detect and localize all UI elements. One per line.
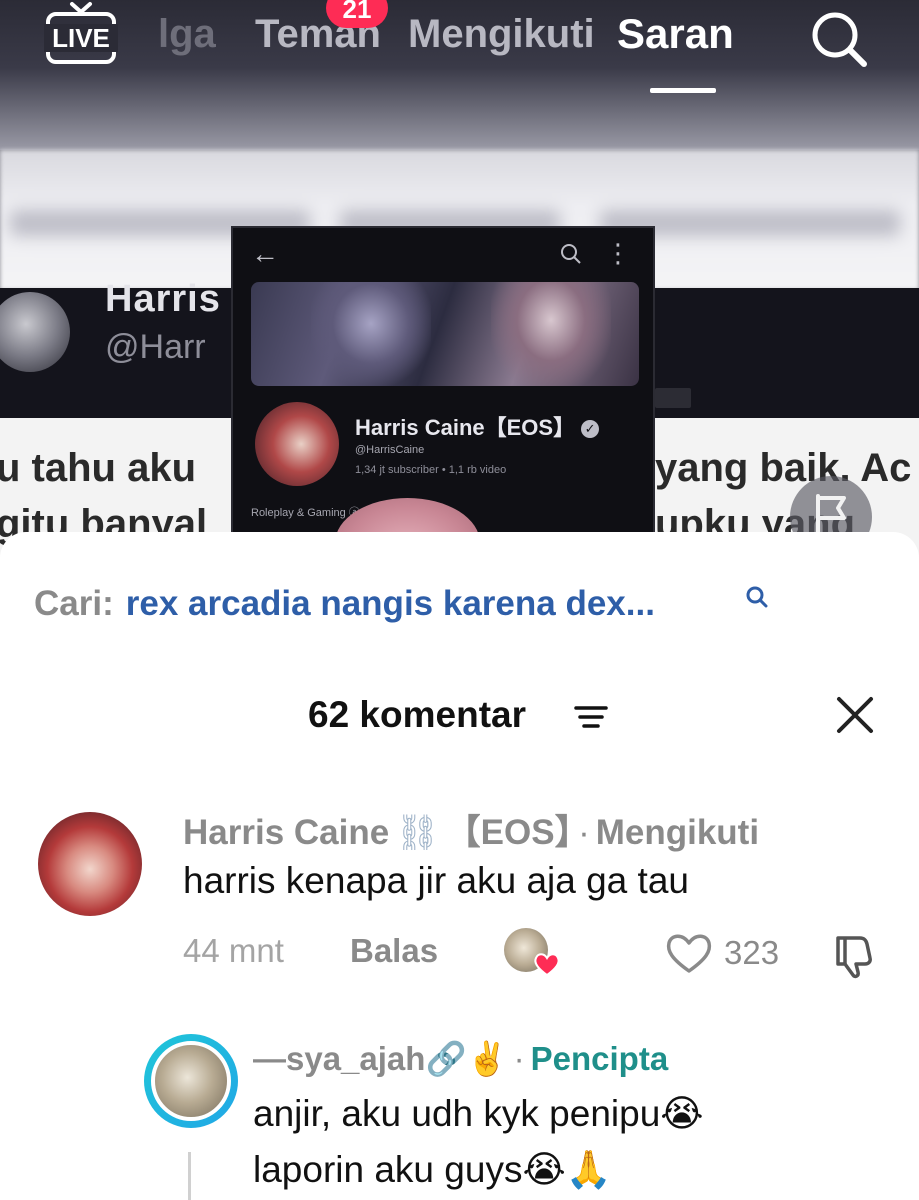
creator-tag: Pencipta (530, 1040, 669, 1077)
search-suggestion-label: Cari: (34, 584, 114, 623)
sort-filter-icon[interactable] (572, 702, 610, 732)
video-bg-name: Harris (105, 278, 221, 320)
top-navigation: LIVE lga Teman 21 Mengikuti Saran (0, 0, 919, 100)
comment-text: harris kenapa jir aku aja ga tau (183, 860, 689, 901)
tab-mengikuti[interactable]: Mengikuti (408, 12, 595, 57)
separator-dot: · (578, 813, 590, 852)
channel-stats: 1,34 jt subscriber • 1,1 rb video (355, 464, 507, 476)
search-icon (561, 244, 581, 264)
author-tag: 【EOS】 (445, 813, 573, 852)
video-bg-box (655, 388, 691, 408)
live-tv-icon[interactable]: LIVE (44, 0, 118, 66)
chain-emoji: ⛓ (395, 813, 440, 852)
channel-handle: @HarrisCaine (355, 444, 425, 456)
relation-label: Mengikuti (595, 813, 760, 852)
tab-label: lga (158, 12, 216, 56)
back-arrow-icon: ← (251, 238, 279, 269)
reply-author[interactable]: —sya_ajah🔗✌️ · Pencipta (253, 1040, 668, 1079)
channel-name-text: Harris Caine【EOS】 (355, 415, 576, 440)
search-suggestion[interactable]: Cari: rex arcadia nangis karena dex... (34, 584, 655, 624)
reply-text: anjir, aku udh kyk penipu😭 (253, 1093, 704, 1134)
comments-sheet: Cari: rex arcadia nangis karena dex... 62… (0, 532, 919, 1200)
active-tab-indicator (650, 88, 716, 93)
verified-icon: ✓ (581, 420, 600, 438)
search-icon[interactable] (744, 584, 770, 610)
dislike-icon[interactable] (830, 930, 880, 980)
tab-label: Mengikuti (408, 12, 595, 56)
notification-badge: 21 (326, 0, 388, 28)
search-icon[interactable] (806, 6, 870, 70)
author-name: —sya_ajah (253, 1040, 426, 1077)
author-emoji: 🔗✌️ (425, 1040, 508, 1077)
channel-avatar (255, 402, 339, 486)
comment-count-title: 62 komentar (308, 694, 526, 735)
thread-line (188, 1152, 191, 1200)
reply-text: laporin aku guys😭🙏 (253, 1149, 612, 1190)
like-count: 323 (724, 934, 780, 971)
channel-name: Harris Caine【EOS】 ✓ (355, 410, 600, 442)
channel-banner (251, 282, 639, 386)
video-bg-text: yang baik. Ac (655, 446, 912, 490)
avatar[interactable] (38, 812, 142, 916)
close-icon[interactable] (834, 694, 876, 736)
channel-category: Roleplay & Gaming ⓐ (251, 507, 360, 519)
video-bg-text: u tahu aku (0, 446, 197, 490)
phone-topbar: ← ⋮ (233, 228, 653, 280)
tab-lga[interactable]: lga (158, 12, 216, 57)
avatar[interactable] (151, 1041, 231, 1121)
live-label: LIVE (52, 23, 110, 53)
heart-filled-icon (534, 953, 560, 977)
heart-icon[interactable] (664, 930, 714, 976)
search-suggestion-query[interactable]: rex arcadia nangis karena dex... (126, 584, 655, 623)
tab-label: Saran (617, 10, 734, 57)
tab-saran[interactable]: Saran (617, 10, 734, 58)
reply-button[interactable]: Balas (350, 932, 438, 970)
author-name: Harris Caine (183, 813, 390, 852)
separator-dot: · (513, 1040, 525, 1077)
comment-time: 44 mnt (183, 932, 284, 969)
more-vertical-icon: ⋮ (605, 238, 631, 268)
video-bg-handle: @Harr (105, 328, 206, 366)
comment-author[interactable]: Harris Caine ⛓ 【EOS】 · Mengikuti (183, 804, 759, 855)
